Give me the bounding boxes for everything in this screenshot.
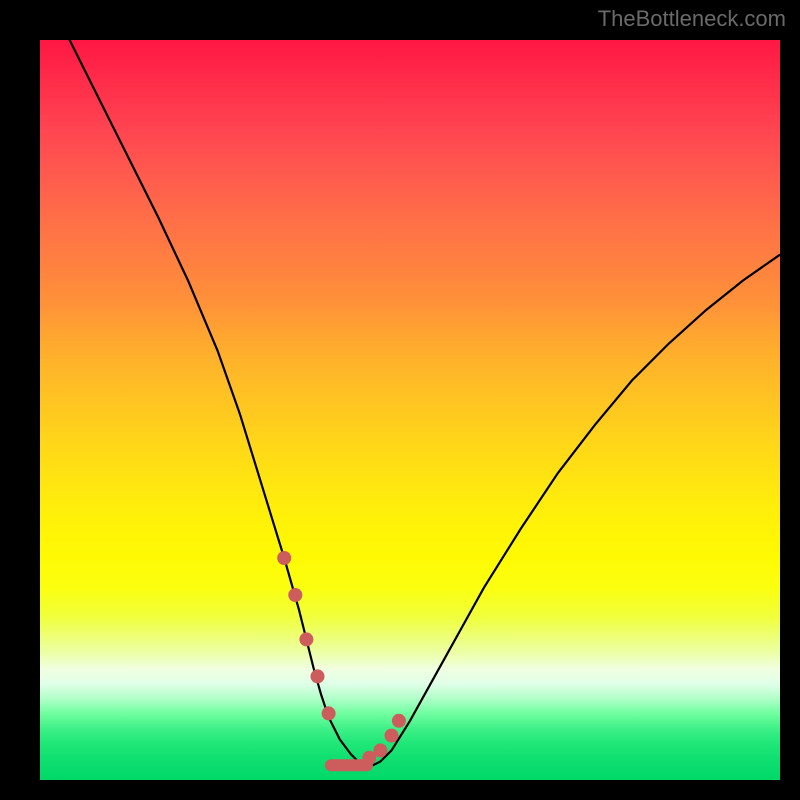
watermark-text: TheBottleneck.com: [598, 6, 786, 32]
marker-dot: [311, 669, 325, 683]
chart-svg: [40, 40, 780, 780]
bottleneck-curve: [40, 40, 780, 765]
marker-dot: [385, 729, 399, 743]
marker-bottom-bar: [325, 759, 373, 771]
marker-dot: [373, 743, 387, 757]
marker-dot: [322, 706, 336, 720]
marker-dot: [299, 632, 313, 646]
marker-dot: [277, 551, 291, 565]
plot-area: [40, 40, 780, 780]
marker-dot: [288, 588, 302, 602]
marker-dot: [392, 714, 406, 728]
marker-group: [277, 551, 406, 771]
